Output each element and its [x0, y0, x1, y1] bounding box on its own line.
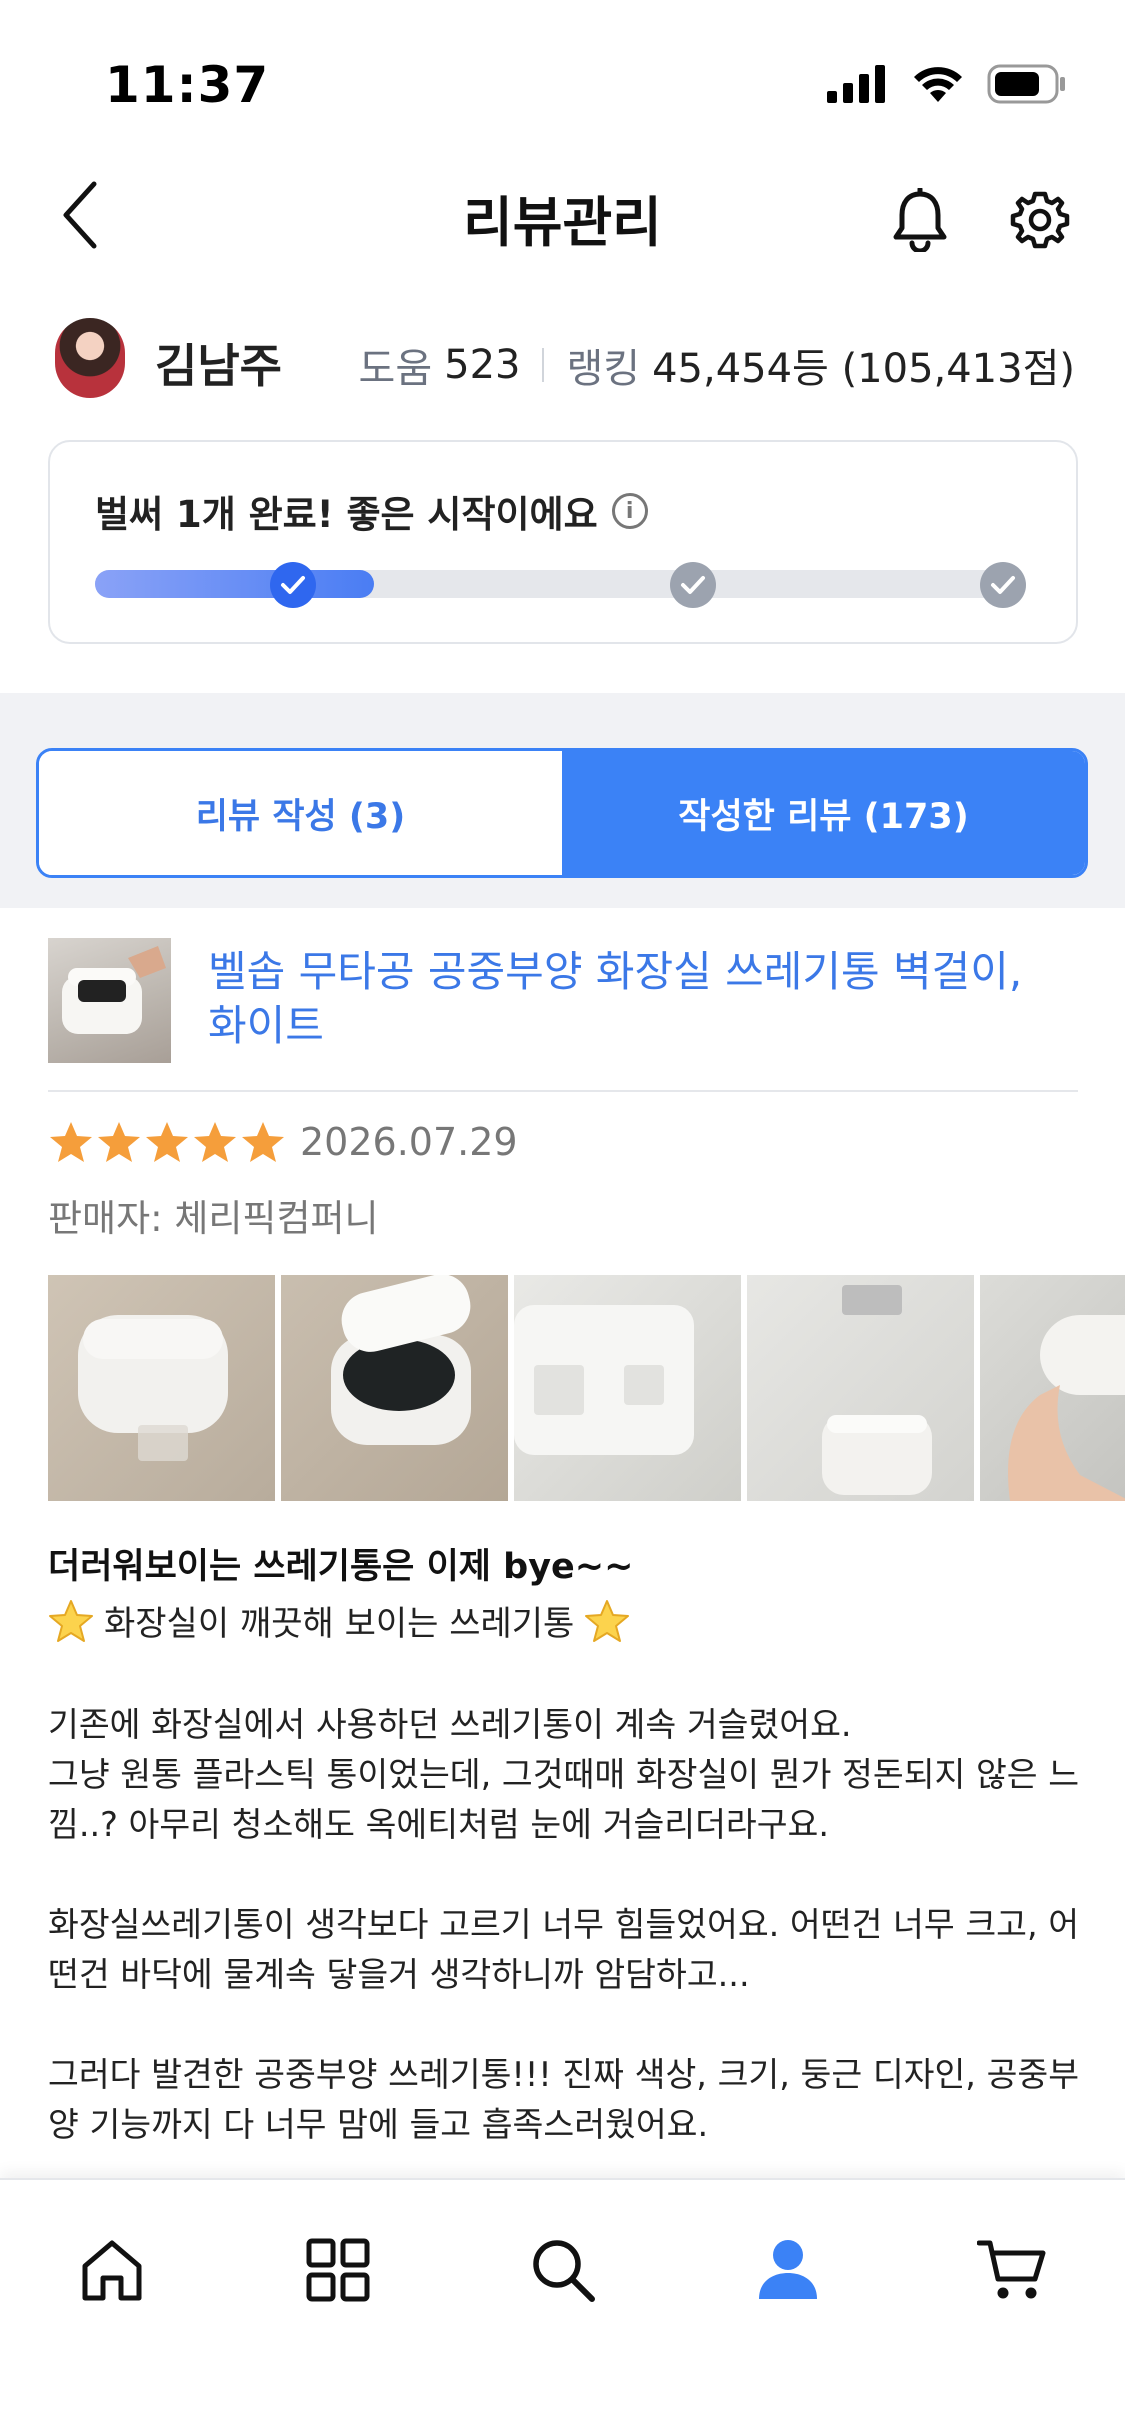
notifications-button[interactable]	[880, 180, 960, 260]
rating-row: 2026.07.29	[48, 1120, 518, 1164]
review-photo-2[interactable]	[281, 1275, 508, 1501]
check-icon	[681, 576, 705, 594]
review-photo-3[interactable]	[514, 1275, 741, 1501]
product-thumbnail[interactable]	[48, 938, 171, 1063]
photo-image	[822, 1285, 932, 1495]
product-image	[62, 946, 166, 1034]
star-emoji-icon	[585, 1599, 630, 1642]
star-icon	[242, 1122, 284, 1162]
gear-icon	[1010, 191, 1070, 249]
star-icon	[194, 1122, 236, 1162]
product-title-link[interactable]: 벨솝 무타공 공중부양 화장실 쓰레기통 벽걸이, 화이트	[208, 945, 1068, 1053]
photo-image	[514, 1305, 694, 1455]
stats-divider	[542, 348, 545, 382]
progress-step-1	[270, 562, 316, 608]
review-subline: 화장실이 깨끗해 보이는 쓰레기통	[48, 1596, 630, 1645]
progress-fill	[95, 570, 374, 598]
review-paragraph: 기존에 화장실에서 사용하던 쓰레기통이 계속 거슬렸어요. 그냥 원통 플라스…	[48, 1705, 1080, 1844]
profile-summary: 김남주 도움 523 랭킹 45,454등 (105,413점)	[0, 310, 1125, 415]
wifi-icon	[914, 67, 962, 102]
tabbar-my-page[interactable]	[738, 2220, 838, 2320]
cart-icon	[977, 2240, 1046, 2299]
bottom-tab-bar	[0, 2178, 1125, 2436]
tab-write-review[interactable]: 리뷰 작성 (3)	[39, 751, 562, 875]
review-photo-5[interactable]	[980, 1275, 1125, 1501]
review-date: 2026.07.29	[300, 1120, 518, 1164]
seller-name: 판매자: 체리픽컴퍼니	[48, 1197, 379, 1240]
help-value: 523	[444, 342, 521, 388]
status-bar: 11:37	[0, 0, 1125, 150]
avatar[interactable]	[55, 318, 125, 398]
grid-icon	[306, 2238, 370, 2302]
star-icon	[146, 1122, 188, 1162]
settings-button[interactable]	[1000, 180, 1080, 260]
status-time: 11:37	[105, 56, 270, 114]
progress-message-row: 벌써 1개 완료! 좋은 시작이에요 i	[95, 484, 648, 538]
progress-message: 벌써 1개 완료! 좋은 시작이에요	[95, 493, 598, 536]
progress-card: 벌써 1개 완료! 좋은 시작이에요 i	[48, 440, 1078, 644]
progress-track	[95, 570, 1025, 598]
progress-step-3	[980, 562, 1026, 608]
status-icons	[827, 64, 1067, 104]
divider	[48, 1090, 1078, 1092]
check-icon	[991, 576, 1015, 594]
review-subline-text: 화장실이 깨끗해 보이는 쓰레기통	[104, 1604, 575, 1644]
tabbar-home[interactable]	[62, 2220, 162, 2320]
progress-step-2	[670, 562, 716, 608]
tabbar-categories[interactable]	[288, 2220, 388, 2320]
tab-written-reviews[interactable]: 작성한 리뷰 (173)	[562, 751, 1085, 875]
star-emoji-icon	[49, 1599, 93, 1642]
tabbar-search[interactable]	[513, 2220, 613, 2320]
review-headline: 더러워보이는 쓰레기통은 이제 bye~~	[48, 1547, 634, 1587]
cellular-signal-icon	[827, 65, 885, 103]
app-header: 리뷰관리	[0, 150, 1125, 280]
review-paragraph: 그러다 발견한 공중부양 쓰레기통!!! 진짜 색상, 크기, 둥근 디자인, …	[48, 2055, 1080, 2144]
profile-name: 김남주	[155, 339, 282, 393]
star-icon	[50, 1122, 92, 1162]
home-icon	[82, 2240, 142, 2301]
help-label: 도움	[358, 346, 433, 392]
profile-stats: 도움 523 랭킹 45,454등 (105,413점)	[359, 336, 1075, 394]
info-icon[interactable]: i	[611, 493, 648, 529]
star-icon	[98, 1122, 140, 1162]
ranking-label: 랭킹	[566, 346, 641, 392]
review-tabs: 리뷰 작성 (3) 작성한 리뷰 (173)	[36, 748, 1088, 878]
review-paragraph: 화장실쓰레기통이 생각보다 고르기 너무 힘들었어요. 어떤건 너무 크고, 어…	[48, 1905, 1080, 1994]
bell-icon	[893, 188, 947, 252]
person-icon	[759, 2240, 817, 2299]
star-rating	[48, 1120, 286, 1164]
review-photos	[48, 1275, 1125, 1501]
tabbar-cart[interactable]	[962, 2220, 1062, 2320]
battery-icon	[987, 64, 1065, 104]
photo-image	[1008, 1315, 1125, 1501]
review-photo-1[interactable]	[48, 1275, 275, 1501]
search-icon	[533, 2240, 595, 2302]
review-photo-4[interactable]	[747, 1275, 974, 1501]
review-body: 기존에 화장실에서 사용하던 쓰레기통이 계속 거슬렸어요. 그냥 원통 플라스…	[48, 1700, 1083, 2200]
photo-image	[331, 1275, 471, 1445]
ranking-value: 45,454등 (105,413점)	[652, 346, 1075, 392]
photo-image	[78, 1315, 228, 1461]
check-icon	[281, 576, 305, 594]
